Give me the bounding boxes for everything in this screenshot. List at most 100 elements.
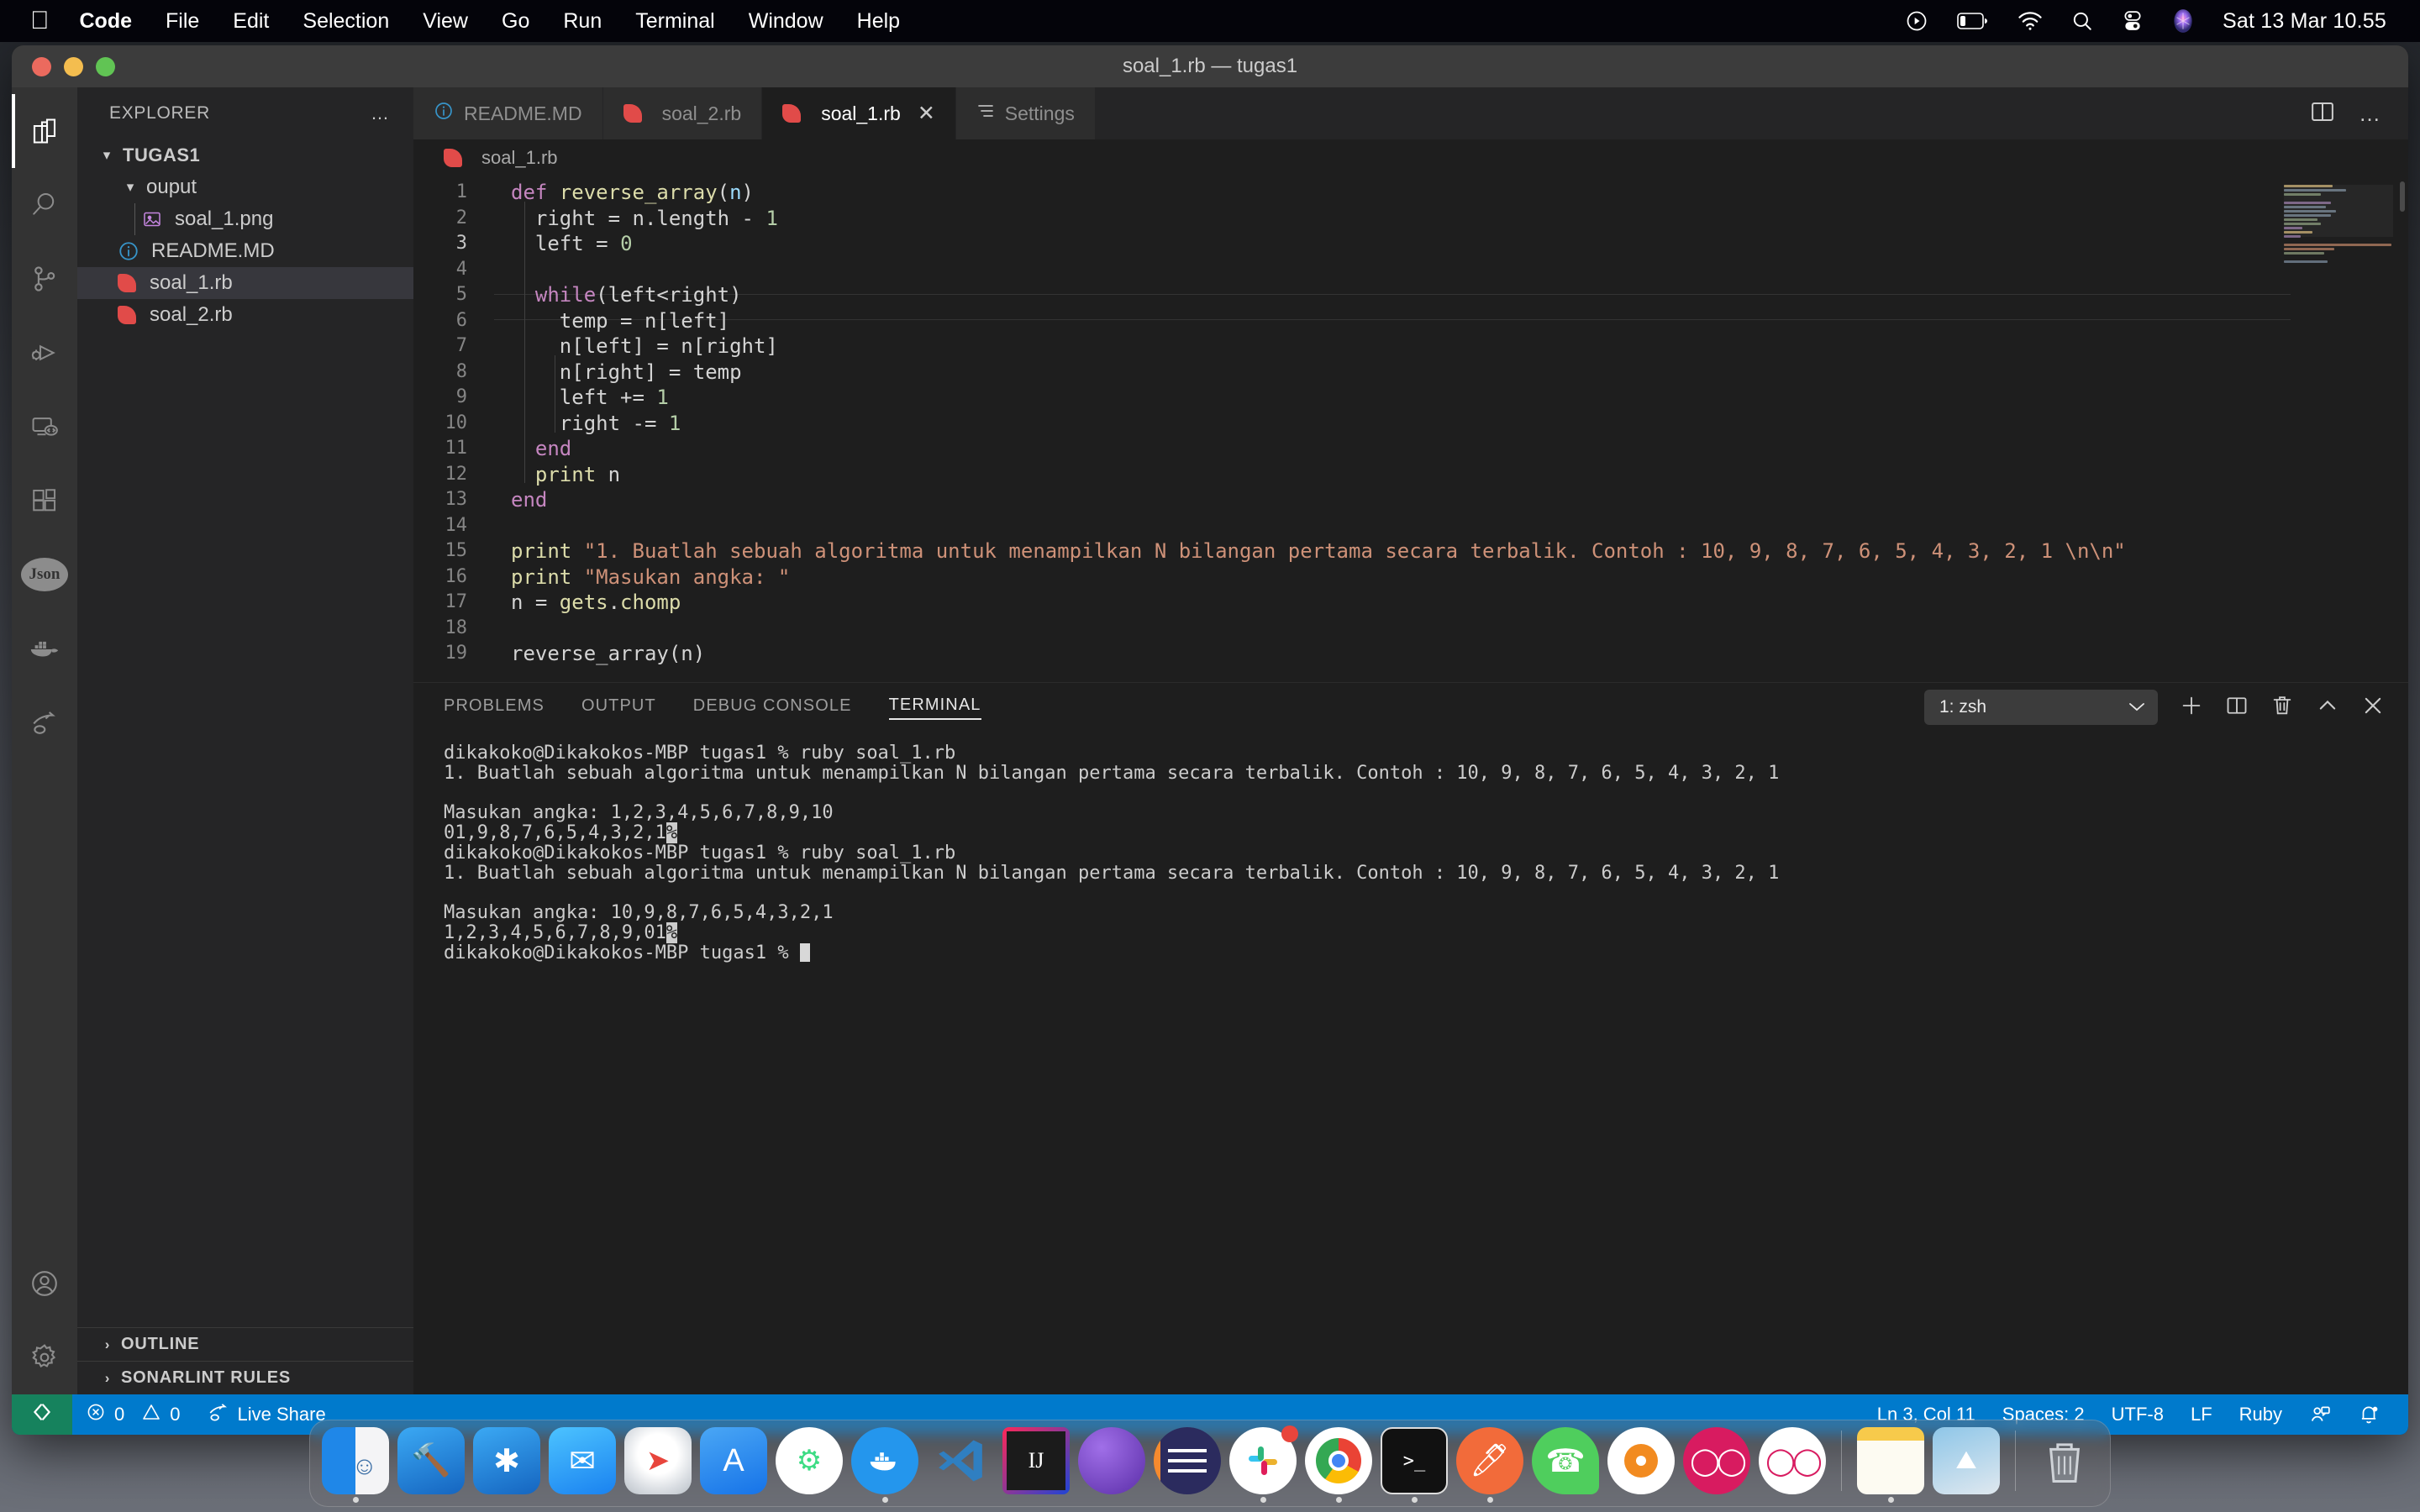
dock-item-slack[interactable] [1229,1425,1298,1503]
siri-icon[interactable] [2172,8,2194,34]
dock-item-figma[interactable] [1154,1427,1221,1503]
editor-scrollbar[interactable] [2400,181,2405,212]
dock-item-xcode-beta[interactable]: ✱ [473,1427,540,1503]
menu-item-view[interactable]: View [423,9,468,34]
tree-item-soal-1-png[interactable]: soal_1.png [77,203,413,235]
split-editor-icon[interactable] [2310,99,2335,129]
close-icon[interactable]: ✕ [918,101,935,126]
activity-live-share[interactable] [12,685,77,759]
dock-item-terminal[interactable]: >_ [1381,1427,1448,1503]
tree-item-soal-2-rb[interactable]: soal_2.rb [77,299,413,331]
sidebar-section-sonarlint-rules[interactable]: › SONARLINT RULES [77,1361,413,1394]
activity-extensions[interactable] [12,464,77,538]
gear-icon [29,1342,60,1373]
activity-run-and-debug[interactable] [12,316,77,390]
close-panel-icon[interactable] [2361,694,2385,722]
ruby-icon [782,104,802,123]
tab-problems[interactable]: PROBLEMS [444,696,544,719]
terminal-icon: >_ [1381,1427,1448,1494]
dock-item-sourcetree[interactable] [1607,1427,1675,1503]
dock-item-postman[interactable] [1078,1427,1145,1503]
menu-item-code[interactable]: Code [80,9,133,34]
dock-item-google-chrome[interactable] [1305,1427,1372,1503]
tab-terminal[interactable]: TERMINAL [888,696,981,720]
menu-item-selection[interactable]: Selection [302,9,389,34]
dock-item-android-studio[interactable]: ⚙ [776,1427,843,1503]
terminal-eol-marker: % [666,922,678,944]
tab-readme-md[interactable]: README.MD [413,87,603,139]
tree-item-tugas1[interactable]: ▾ TUGAS1 [77,139,413,171]
wifi-icon[interactable] [2018,11,2043,31]
dock-item-visual-studio-code[interactable] [927,1427,994,1503]
tab-debug-console[interactable]: DEBUG CONSOLE [693,696,852,719]
status-encoding[interactable]: UTF-8 [2098,1404,2177,1425]
more-actions-icon[interactable]: … [2359,101,2383,127]
dock-item-finder[interactable]: ☺ [322,1427,389,1503]
tab-settings[interactable]: Settings [955,87,1096,139]
dock-item-docker[interactable] [851,1427,918,1503]
minimap[interactable] [2284,185,2393,286]
activity-explorer[interactable] [12,94,77,168]
sidebar-section-outline[interactable]: › OUTLINE [77,1327,413,1361]
breadcrumb[interactable]: soal_1.rb [413,139,2408,176]
dock-item-intellij-idea[interactable]: IJ [1002,1427,1070,1503]
source-control-icon [30,265,59,293]
menu-item-window[interactable]: Window [749,9,823,34]
menu-item-file[interactable]: File [166,9,199,34]
apple-logo-icon[interactable]:  [30,8,50,34]
status-problems[interactable]: 0 0 [72,1402,194,1427]
code-token: - [741,206,766,230]
tab-soal-2-rb[interactable]: soal_2.rb [602,87,763,139]
terminal-shell-selector[interactable]: 1: zsh [1924,690,2158,725]
dock-item-safari[interactable]: ➤ [624,1427,692,1503]
maximize-panel-icon[interactable] [2316,694,2339,722]
new-terminal-icon[interactable] [2180,694,2203,722]
menu-bar-clock[interactable]: Sat 13 Mar 10.55 [2223,9,2386,34]
dock-item-notes[interactable] [1857,1427,1924,1503]
dock-item-photos[interactable]: ⛰ [1933,1427,2000,1503]
minimap-slider[interactable] [2284,185,2393,237]
battery-icon[interactable] [1957,12,1989,30]
menu-item-go[interactable]: Go [502,9,529,34]
status-eol[interactable]: LF [2177,1404,2226,1425]
dock-item-postman-alt[interactable]: 🖊 [1456,1427,1523,1503]
menu-item-run[interactable]: Run [563,9,602,34]
more-actions-icon[interactable]: … [371,102,392,124]
tree-item-ouput[interactable]: ▾ ouput [77,171,413,203]
dock-item-trash[interactable] [2031,1427,2098,1503]
kill-terminal-icon[interactable] [2270,694,2294,722]
dock-item-flutter-a[interactable]: ◯◯ [1683,1427,1750,1503]
split-terminal-icon[interactable] [2225,694,2249,722]
screen-record-icon[interactable] [1905,9,1928,33]
bell-dot-icon[interactable] [2344,1404,2393,1425]
dock-item-whatsapp[interactable]: ☎ [1532,1427,1599,1503]
postman-icon [1078,1427,1145,1494]
code-editor[interactable]: 1 def reverse_array(n) 2 right = n.length … [413,176,2408,682]
tree-item-soal-1-rb[interactable]: soal_1.rb [77,267,413,299]
activity-json-tools[interactable]: Json [12,538,77,612]
menu-item-edit[interactable]: Edit [233,9,269,34]
activity-manage-settings[interactable] [12,1320,77,1394]
activity-search[interactable] [12,168,77,242]
status-language-mode[interactable]: Ruby [2226,1404,2296,1425]
activity-docker[interactable] [12,612,77,685]
activity-source-control[interactable] [12,242,77,316]
terminal-output[interactable]: dikakoko@Dikakokos-MBP tugas1 % ruby soa… [413,732,2408,1394]
activity-remote-explorer[interactable] [12,390,77,464]
run-debug-icon [30,339,59,367]
dock-item-xcode[interactable]: 🔨 [397,1427,465,1503]
activity-accounts[interactable] [12,1247,77,1320]
tab-soal-1-rb[interactable]: soal_1.rb ✕ [762,87,956,139]
tab-output[interactable]: OUTPUT [581,696,656,719]
status-remote-indicator[interactable] [12,1394,72,1435]
code-token: . [608,591,621,614]
tree-item-readme-md[interactable]: README.MD [77,235,413,267]
dock-item-flutter-b[interactable]: ◯◯ [1759,1427,1826,1503]
dock-item-app-store[interactable]: A [700,1427,767,1503]
search-icon[interactable] [2071,10,2093,32]
menu-item-help[interactable]: Help [857,9,900,34]
menu-item-terminal[interactable]: Terminal [635,9,714,34]
account-share-icon[interactable] [2296,1404,2344,1425]
control-center-icon[interactable] [2122,10,2144,32]
dock-item-mail[interactable]: ✉ [549,1427,616,1503]
